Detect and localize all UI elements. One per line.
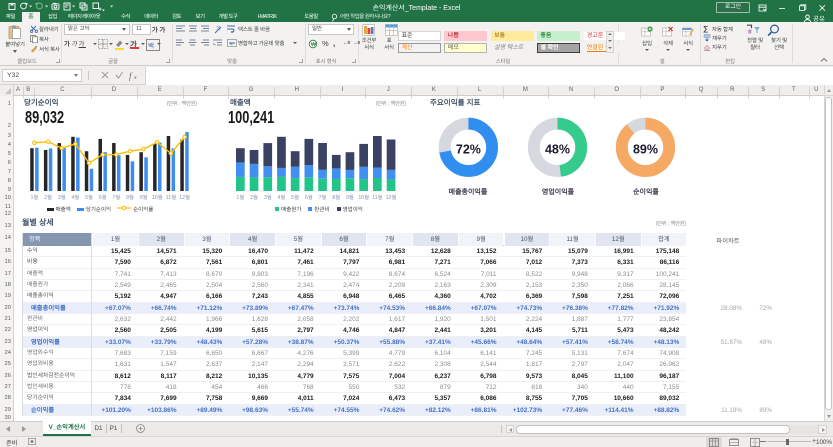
svg-text:3월: 3월	[58, 194, 66, 201]
svg-text:가: 가	[216, 25, 221, 32]
svg-text:12월: 12월	[179, 194, 190, 201]
svg-text:7월: 7월	[319, 194, 327, 201]
svg-text:5월: 5월	[85, 194, 93, 201]
svg-text:10월: 10월	[358, 194, 369, 201]
svg-text:10월: 10월	[152, 194, 163, 201]
svg-text:2월: 2월	[250, 194, 258, 201]
svg-text:4월: 4월	[277, 194, 285, 201]
svg-text:5월: 5월	[291, 194, 299, 201]
svg-text:11월: 11월	[372, 194, 382, 201]
svg-text:9월: 9월	[140, 194, 148, 201]
svg-text:9월: 9월	[346, 194, 354, 201]
svg-text:x: x	[133, 75, 137, 81]
svg-text:2월: 2월	[44, 194, 52, 201]
svg-text:f: f	[129, 71, 133, 81]
svg-text:ㅎ: ㅎ	[747, 29, 753, 36]
svg-text:89%: 89%	[633, 143, 658, 157]
svg-text:6월: 6월	[99, 194, 107, 201]
svg-text:6월: 6월	[305, 194, 313, 201]
svg-text:48%: 48%	[545, 143, 570, 157]
svg-text:8월: 8월	[126, 194, 134, 201]
svg-text:1월: 1월	[30, 194, 38, 201]
svg-text:4월: 4월	[71, 194, 79, 201]
svg-text:₩: ₩	[311, 42, 317, 48]
svg-text:7월: 7월	[112, 194, 120, 201]
svg-text:72%: 72%	[456, 143, 481, 157]
svg-text:12월: 12월	[386, 194, 397, 201]
svg-text:8월: 8월	[332, 194, 340, 201]
svg-text:11월: 11월	[166, 194, 176, 201]
svg-text:1월: 1월	[236, 194, 244, 201]
svg-text:3월: 3월	[264, 194, 272, 201]
